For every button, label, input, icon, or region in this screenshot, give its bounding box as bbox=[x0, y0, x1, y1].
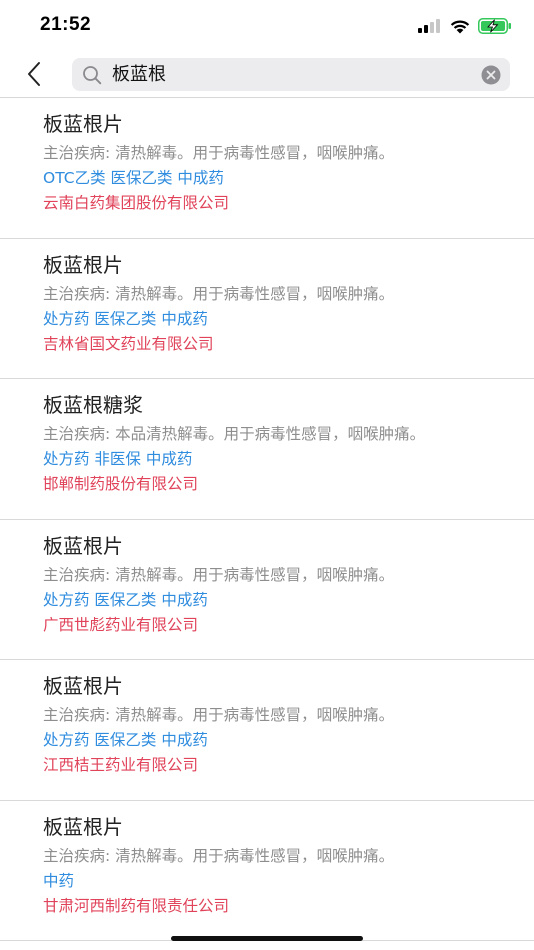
list-item[interactable]: 板蓝根片 主治疾病: 清热解毒。用于病毒性感冒，咽喉肿痛。 处方药 医保乙类 中… bbox=[0, 520, 534, 660]
chevron-left-icon bbox=[28, 62, 40, 86]
drug-tags: 中药 bbox=[43, 871, 75, 890]
battery-charging-icon bbox=[478, 18, 511, 34]
drug-tags: 处方药 非医保 中成药 bbox=[43, 450, 193, 468]
list-item[interactable]: 板蓝根片 主治疾病: 清热解毒。用于病毒性感冒，咽喉肿痛。 中药 甘肃河西制药有… bbox=[0, 801, 534, 941]
drug-name: 板蓝根糖浆 bbox=[43, 393, 143, 417]
search-box[interactable] bbox=[72, 58, 510, 91]
drug-indication: 主治疾病: 清热解毒。用于病毒性感冒，咽喉肿痛。 bbox=[43, 706, 395, 724]
drug-tags: OTC乙类 医保乙类 中成药 bbox=[43, 169, 224, 187]
drug-manufacturer: 云南白药集团股份有限公司 bbox=[43, 194, 230, 212]
list-item[interactable]: 板蓝根糖浆 主治疾病: 本品清热解毒。用于病毒性感冒，咽喉肿痛。 处方药 非医保… bbox=[0, 379, 534, 520]
drug-manufacturer: 邯郸制药股份有限公司 bbox=[43, 475, 199, 493]
drug-name: 板蓝根片 bbox=[43, 814, 123, 839]
drug-indication: 主治疾病: 本品清热解毒。用于病毒性感冒，咽喉肿痛。 bbox=[43, 425, 426, 443]
drug-indication: 主治疾病: 清热解毒。用于病毒性感冒，咽喉肿痛。 bbox=[43, 846, 395, 865]
list-item[interactable]: 板蓝根片 主治疾病: 清热解毒。用于病毒性感冒，咽喉肿痛。 处方药 医保乙类 中… bbox=[0, 660, 534, 801]
drug-manufacturer: 吉林省国文药业有限公司 bbox=[43, 334, 214, 353]
status-icons bbox=[418, 17, 512, 35]
list-item[interactable]: 板蓝根片 主治疾病: 清热解毒。用于病毒性感冒，咽喉肿痛。 处方药 医保乙类 中… bbox=[0, 239, 534, 379]
drug-manufacturer: 广西世彪药业有限公司 bbox=[43, 615, 199, 634]
drug-indication: 主治疾病: 清热解毒。用于病毒性感冒，咽喉肿痛。 bbox=[43, 565, 395, 584]
result-list: 板蓝根片 主治疾病: 清热解毒。用于病毒性感冒，咽喉肿痛。 OTC乙类 医保乙类… bbox=[0, 98, 534, 941]
list-item[interactable]: 板蓝根片 主治疾病: 清热解毒。用于病毒性感冒，咽喉肿痛。 OTC乙类 医保乙类… bbox=[0, 98, 534, 239]
drug-name: 板蓝根片 bbox=[43, 112, 123, 136]
wifi-icon bbox=[450, 20, 470, 34]
search-header bbox=[0, 50, 534, 98]
drug-name: 板蓝根片 bbox=[43, 533, 123, 558]
home-indicator[interactable] bbox=[171, 936, 363, 941]
drug-tags: 处方药 医保乙类 中成药 bbox=[43, 309, 208, 328]
drug-tags: 处方药 医保乙类 中成药 bbox=[43, 731, 208, 749]
drug-manufacturer: 江西桔王药业有限公司 bbox=[43, 756, 199, 774]
signal-icon bbox=[418, 19, 442, 33]
status-bar: 21:52 bbox=[0, 0, 534, 50]
drug-name: 板蓝根片 bbox=[43, 252, 123, 277]
status-time: 21:52 bbox=[40, 14, 92, 35]
back-button[interactable] bbox=[18, 58, 50, 90]
search-input[interactable] bbox=[112, 58, 472, 91]
clear-icon[interactable] bbox=[481, 65, 501, 85]
drug-manufacturer: 甘肃河西制药有限责任公司 bbox=[43, 896, 230, 915]
drug-name: 板蓝根片 bbox=[43, 674, 123, 698]
drug-tags: 处方药 医保乙类 中成药 bbox=[43, 590, 208, 609]
drug-indication: 主治疾病: 清热解毒。用于病毒性感冒，咽喉肿痛。 bbox=[43, 284, 395, 303]
search-icon bbox=[83, 66, 102, 85]
drug-indication: 主治疾病: 清热解毒。用于病毒性感冒，咽喉肿痛。 bbox=[43, 144, 395, 162]
screen: 21:52 板蓝根 板蓝根片 主治疾病: 清热解毒。用于病毒性感冒，咽喉肿痛。 … bbox=[0, 0, 534, 950]
